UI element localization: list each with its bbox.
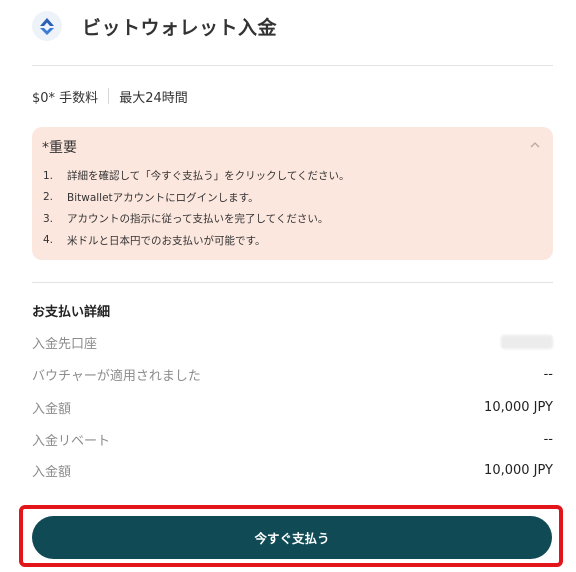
fee-info: $0* 手数料 最大24時間 xyxy=(32,87,188,106)
bitwallet-logo-icon xyxy=(32,11,62,41)
fee-text: $0* 手数料 xyxy=(32,90,99,106)
detail-label: 入金リベート xyxy=(32,433,111,449)
detail-value: -- xyxy=(543,431,553,447)
meta-separator xyxy=(108,88,110,104)
list-item: 1. 詳細を確認して「今すぐ支払う」をクリックしてください。 xyxy=(43,169,350,183)
detail-label: 入金先口座 xyxy=(32,336,98,352)
notice-list: 1. 詳細を確認して「今すぐ支払う」をクリックしてください。 2. Bitwalle… xyxy=(43,165,350,251)
payment-details-title: お支払い詳細 xyxy=(32,305,111,320)
detail-value: 10,000 JPY xyxy=(484,462,553,478)
detail-row-deposit-amount: 入金額 10,000 JPY xyxy=(32,398,553,417)
page-title: ビットウォレット入金 xyxy=(82,16,278,39)
list-item: 2. Bitwalletアカウントにログインします。 xyxy=(43,191,259,204)
detail-row-rebate: 入金リベート -- xyxy=(32,430,553,449)
list-item: 3. アカウントの指示に従って支払いを完了してください。 xyxy=(43,212,329,226)
detail-value: 10,000 JPY xyxy=(484,399,553,415)
page-header: ビットウォレット入金 xyxy=(32,10,277,42)
processing-time-text: 最大24時間 xyxy=(119,90,188,106)
detail-label: バウチャーが適用されました xyxy=(32,368,201,384)
header-divider xyxy=(32,65,553,66)
detail-row-total-amount: 入金額 10,000 JPY xyxy=(32,461,553,480)
detail-value: -- xyxy=(543,366,553,382)
important-notice: *重要 1. 詳細を確認して「今すぐ支払う」をクリックしてください。 2. Bitw… xyxy=(32,127,553,260)
section-divider xyxy=(32,282,553,283)
notice-title: *重要 xyxy=(42,140,77,156)
list-item: 4. 米ドルと日本円でのお支払いが可能です。 xyxy=(43,234,266,247)
detail-row-deposit-account: 入金先口座 xyxy=(32,333,553,352)
chevron-up-icon[interactable] xyxy=(529,139,541,151)
detail-row-voucher: バウチャーが適用されました -- xyxy=(32,365,553,384)
masked-account-value xyxy=(501,335,553,349)
pay-now-button[interactable]: 今すぐ支払う xyxy=(32,516,552,559)
detail-label: 入金額 xyxy=(32,401,72,417)
detail-label: 入金額 xyxy=(32,464,72,480)
